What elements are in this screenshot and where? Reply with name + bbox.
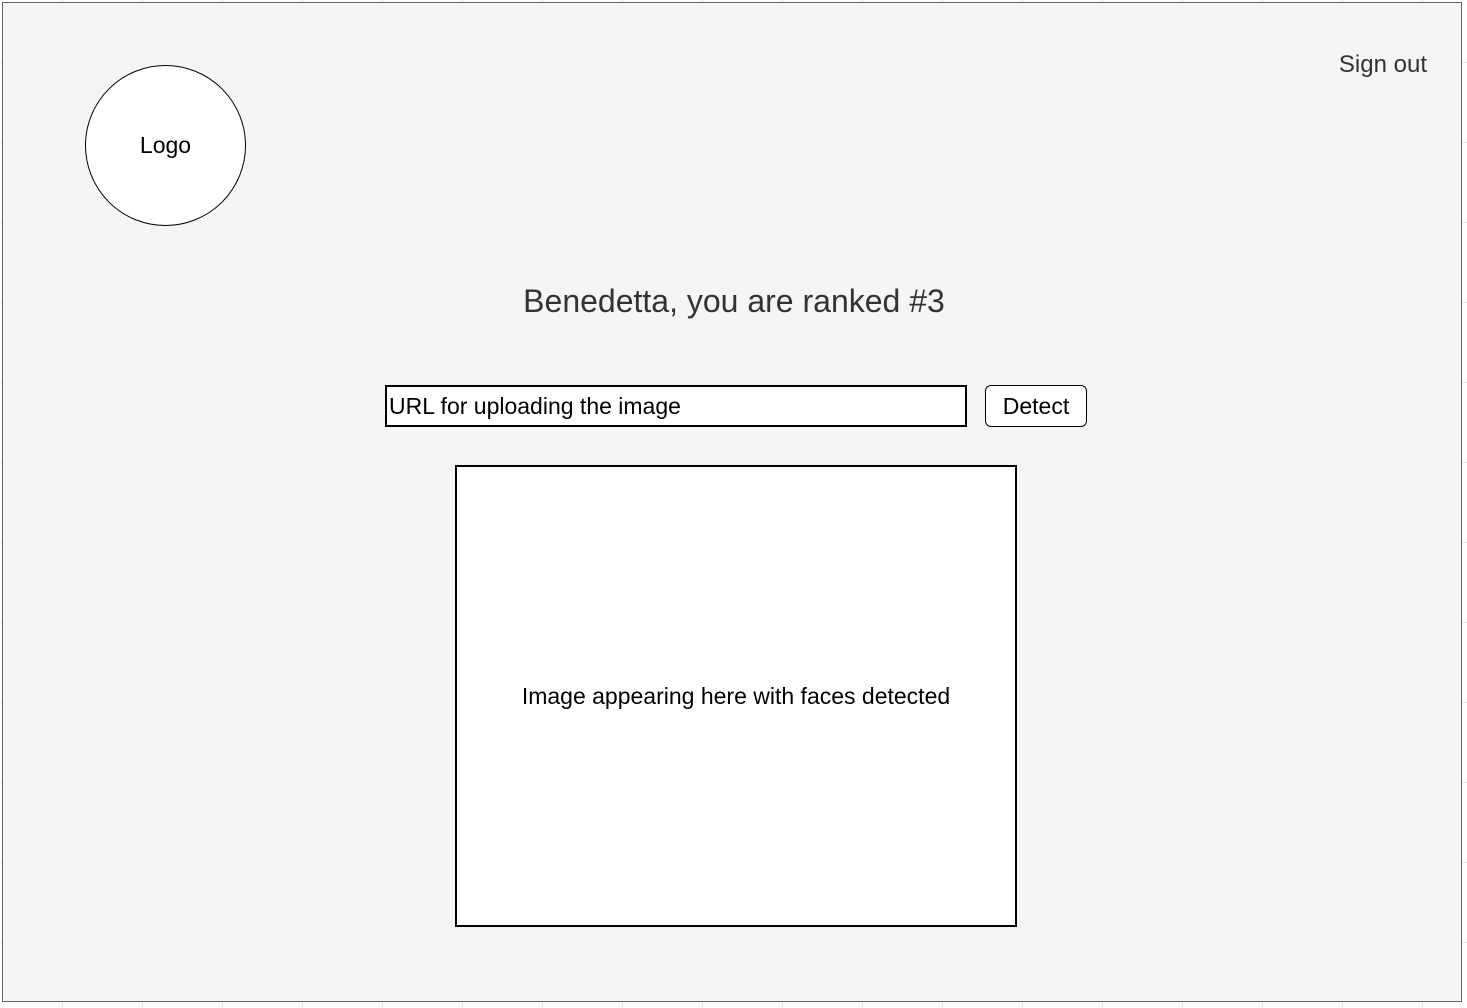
- detection-image-area: Image appearing here with faces detected: [455, 465, 1017, 927]
- logo-label: Logo: [139, 132, 192, 158]
- image-url-input[interactable]: [385, 385, 967, 427]
- sign-out-link[interactable]: Sign out: [1339, 51, 1427, 79]
- app-frame: Logo Sign out Benedetta, you are ranked …: [2, 2, 1462, 1002]
- detect-button-label: Detect: [1002, 392, 1070, 419]
- logo: Logo: [85, 65, 246, 226]
- detect-button[interactable]: Detect: [985, 385, 1087, 427]
- rank-heading: Benedetta, you are ranked #3: [523, 283, 945, 319]
- image-placeholder-text: Image appearing here with faces detected: [521, 682, 951, 709]
